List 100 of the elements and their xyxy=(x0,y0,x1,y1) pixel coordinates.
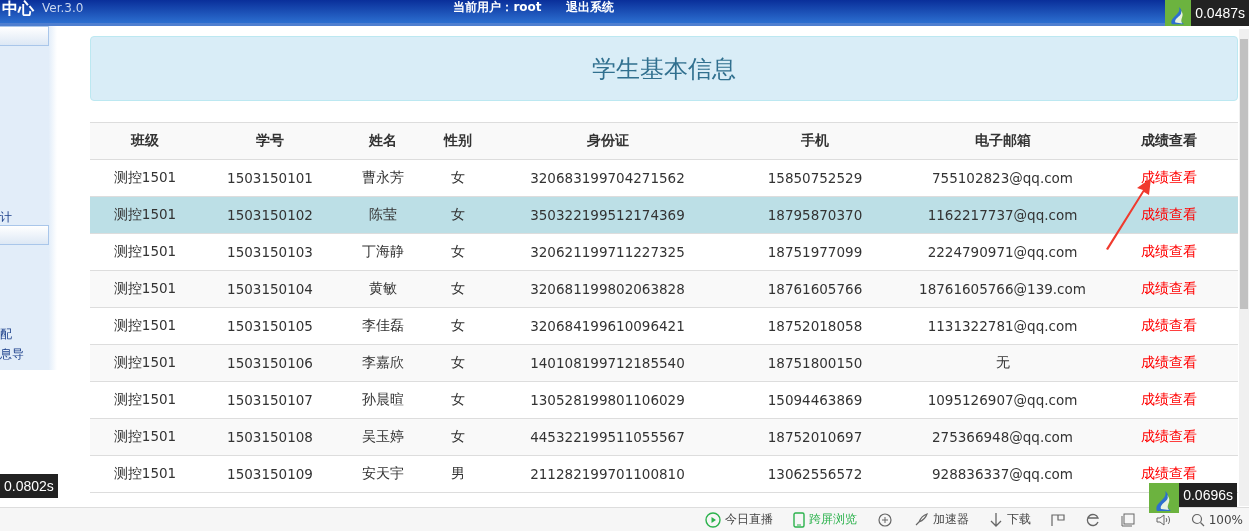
table-row[interactable]: 测控1501 1503150104 黄敏 女 320681199802063828 18761605766 18761605766@139.com 成绩查看 xyxy=(90,271,1238,308)
table-cell-text: 测控1501 xyxy=(112,169,178,187)
flame-logo-icon xyxy=(1149,483,1180,513)
app-logo: 中心 xyxy=(2,0,34,20)
table-cell-text: 李嘉欣 xyxy=(360,354,405,372)
live-link[interactable]: 今日直播 xyxy=(724,511,773,528)
grades-link[interactable]: 成绩查看 xyxy=(1141,428,1197,446)
flame-logo-icon xyxy=(1165,0,1192,26)
grades-link[interactable]: 成绩查看 xyxy=(1141,391,1197,409)
table-cell-text: 130528199801106029 xyxy=(529,392,686,408)
column-header: 成绩查看 xyxy=(1140,132,1198,150)
speaker-icon[interactable] xyxy=(1154,511,1171,528)
table-cell-text: 755102823@qq.com xyxy=(930,170,1075,186)
table-cell-text: 15094463869 xyxy=(766,392,864,408)
grades-link[interactable]: 成绩查看 xyxy=(1141,465,1197,483)
table-cell-text: 测控1501 xyxy=(112,354,178,372)
table-cell-text: 测控1501 xyxy=(112,243,178,261)
timer-badge: 0.0696s xyxy=(1179,483,1237,507)
column-header: 班级 xyxy=(129,132,160,150)
grades-link[interactable]: 成绩查看 xyxy=(1141,354,1197,372)
table-cell-text: 丁海静 xyxy=(360,243,405,261)
table-cell-text: 女 xyxy=(449,280,466,298)
table-cell-text: 1503150103 xyxy=(226,244,314,260)
table-cell-text: 测控1501 xyxy=(112,206,178,224)
table-cell-text: 孙晨暄 xyxy=(360,391,405,409)
timer-badge: 0.0802s xyxy=(0,474,58,498)
table-cell-text: 1503150107 xyxy=(226,392,314,408)
table-cell-text: 18751800150 xyxy=(766,355,864,371)
table-cell-text: 李佳磊 xyxy=(360,317,405,335)
table-cell-text: 1503150101 xyxy=(226,170,314,186)
table-row[interactable]: 测控1501 1503150106 李嘉欣 女 140108199712185540 18751800150 无 成绩查看 xyxy=(90,345,1238,382)
table-cell-text: 1503150109 xyxy=(226,466,314,482)
table-cell-text: 211282199701100810 xyxy=(529,466,686,482)
table-cell-text: 18752018058 xyxy=(766,318,864,334)
table-cell-text: 18752010697 xyxy=(766,429,864,445)
table-cell-text: 1503150102 xyxy=(226,207,314,223)
table-cell-text: 测控1501 xyxy=(112,391,178,409)
table-cell-text: 1503150106 xyxy=(226,355,314,371)
table-cell-text: 1503150108 xyxy=(226,429,314,445)
current-user: 当前用户：root xyxy=(453,0,542,16)
table-cell-text: 320621199711227325 xyxy=(529,244,686,260)
window-icon[interactable] xyxy=(1120,512,1135,527)
download-link[interactable]: 下载 xyxy=(1006,511,1031,528)
table-row[interactable]: 测控1501 1503150102 陈莹 女 350322199512174369 18795870370 1162217737@qq.com 成绩查看 xyxy=(90,197,1238,234)
table-cell-text: 曹永芳 xyxy=(360,169,405,187)
table-cell-text: 320684199610096421 xyxy=(529,318,686,334)
table-cell-text: 女 xyxy=(449,317,466,335)
table-cell-text: 无 xyxy=(994,354,1011,372)
table-cell-text: 1503150105 xyxy=(226,318,314,334)
grades-link[interactable]: 成绩查看 xyxy=(1141,243,1197,261)
page-title: 学生基本信息 xyxy=(592,53,736,85)
sidebar-item[interactable]: 计 xyxy=(0,209,57,225)
sidebar-item[interactable]: 配 xyxy=(0,326,57,342)
column-header: 性别 xyxy=(442,132,473,150)
table-cell-text: 13062556572 xyxy=(766,466,864,482)
down-arrow-icon[interactable] xyxy=(988,511,1003,528)
table-cell-text: 男 xyxy=(449,465,466,483)
scrollbar[interactable] xyxy=(1239,29,1249,506)
table-cell-text: 275366948@qq.com xyxy=(930,429,1075,445)
grades-link[interactable]: 成绩查看 xyxy=(1141,317,1197,335)
table-cell-text: 1095126907@qq.com xyxy=(926,392,1079,408)
table-cell-text: 928836337@qq.com xyxy=(930,466,1075,482)
table-cell-text: 18795870370 xyxy=(766,207,864,223)
table-cell-text: 女 xyxy=(449,206,466,224)
version-label: Ver.3.0 xyxy=(42,0,84,15)
table-cell-text: 445322199511055567 xyxy=(529,429,686,445)
zoom-level[interactable]: 100% xyxy=(1208,512,1243,527)
flag-icon[interactable] xyxy=(1050,512,1065,527)
table-cell-text: 1503150104 xyxy=(226,281,314,297)
table-cell-text: 女 xyxy=(449,243,466,261)
table-cell-text: 女 xyxy=(449,354,466,372)
table-cell-text: 350322199512174369 xyxy=(529,207,686,223)
accelerator-link[interactable]: 加速器 xyxy=(932,511,969,528)
table-cell-text: 测控1501 xyxy=(112,465,178,483)
play-icon[interactable] xyxy=(704,511,721,528)
column-header: 电子邮箱 xyxy=(973,132,1032,150)
table-row[interactable]: 测控1501 1503150108 吴玉婷 女 445322199511055567 18752010697 275366948@qq.com 成绩查看 xyxy=(90,419,1238,456)
table-cell-text: 18761605766@139.com xyxy=(918,281,1087,297)
table-cell-text: 1131322781@qq.com xyxy=(926,318,1079,334)
table-cell-text: 1162217737@qq.com xyxy=(926,207,1079,223)
search-icon[interactable] xyxy=(1190,512,1205,527)
browser-icon[interactable] xyxy=(1084,511,1101,528)
table-cell-text: 测控1501 xyxy=(112,428,178,446)
table-cell-text: 320681199802063828 xyxy=(529,281,686,297)
phone-icon[interactable] xyxy=(792,511,805,528)
table-cell-text: 女 xyxy=(449,428,466,446)
table-cell-text: 测控1501 xyxy=(112,280,178,298)
timer-badge: 0.0487s xyxy=(1191,0,1249,26)
table-cell-text: 140108199712185540 xyxy=(529,355,686,371)
table-cell-text: 陈莹 xyxy=(367,206,398,224)
logout-link[interactable]: 退出系统 xyxy=(565,0,614,16)
sidebar-item[interactable]: 息导 xyxy=(0,346,57,362)
table-cell-text: 15850752529 xyxy=(766,170,864,186)
table-cell-text: 测控1501 xyxy=(112,317,178,335)
column-header: 手机 xyxy=(800,132,830,150)
grades-link[interactable]: 成绩查看 xyxy=(1141,280,1197,298)
column-header: 身份证 xyxy=(585,132,630,150)
column-header: 学号 xyxy=(255,132,285,150)
plus-circle-icon[interactable] xyxy=(876,511,893,528)
table-cell-text: 女 xyxy=(449,391,466,409)
